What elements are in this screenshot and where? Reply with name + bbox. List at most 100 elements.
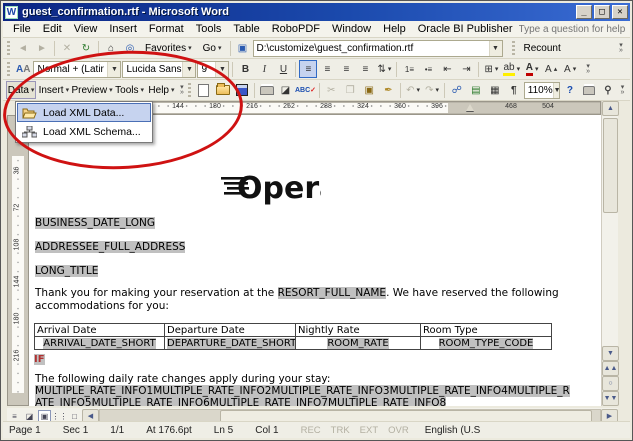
- bullet-list-icon[interactable]: •≡: [419, 60, 437, 78]
- stop-icon[interactable]: ✕: [58, 39, 76, 57]
- search-web-icon[interactable]: ◎: [121, 39, 139, 57]
- vertical-ruler[interactable]: 3672108144180216: [7, 115, 29, 406]
- toolbar-options-chevron-icon[interactable]: ▾»: [177, 81, 186, 99]
- menu-file[interactable]: File: [7, 22, 37, 36]
- minimize-button[interactable]: _: [576, 5, 592, 19]
- toolbar-options-chevron-icon[interactable]: ▾»: [618, 81, 627, 99]
- insert-excel-worksheet-icon[interactable]: ▤: [467, 81, 485, 99]
- find-icon[interactable]: ⚲: [599, 81, 617, 99]
- align-left-button[interactable]: ≡: [299, 60, 317, 78]
- zoom-dropdown-arrow-icon[interactable]: ▼: [553, 83, 560, 98]
- toolbar-grip[interactable]: [7, 41, 10, 55]
- menu-window[interactable]: Window: [326, 22, 377, 36]
- copy-icon[interactable]: ❐: [341, 81, 359, 99]
- underline-button[interactable]: U: [274, 60, 292, 78]
- document-page[interactable]: Opera BUSINESS_DATE_LONG ADDRESSEE_FULL_…: [29, 115, 601, 406]
- menu-view[interactable]: View: [68, 22, 104, 36]
- go-button[interactable]: Go▾: [198, 39, 227, 57]
- toolbar-options-chevron-icon[interactable]: ▾»: [615, 39, 627, 57]
- borders-button[interactable]: ⊞▾: [482, 60, 500, 78]
- status-mode-trk[interactable]: TRK: [331, 425, 350, 436]
- back-icon[interactable]: ◄: [14, 39, 32, 57]
- font-size-dropdown-arrow-icon[interactable]: ▼: [215, 62, 228, 77]
- print-icon[interactable]: [258, 81, 276, 99]
- status-mode-rec[interactable]: REC: [301, 425, 321, 436]
- menu-oracle-bi-publisher[interactable]: Oracle BI Publisher: [412, 22, 519, 36]
- menu-item-load-xml-schema[interactable]: Load XML Schema...: [17, 122, 151, 141]
- status-mode-ovr[interactable]: OVR: [388, 425, 409, 436]
- menu-table[interactable]: Table: [227, 22, 265, 36]
- open-icon[interactable]: [214, 81, 232, 99]
- font-dropdown-arrow-icon[interactable]: ▼: [182, 62, 195, 77]
- scroll-up-icon[interactable]: ▲: [602, 101, 619, 116]
- spelling-icon[interactable]: ABC✓: [296, 81, 316, 99]
- select-browse-object-icon[interactable]: ○: [602, 376, 619, 391]
- close-button[interactable]: ✕: [612, 5, 628, 19]
- toolbar-options-chevron-icon[interactable]: ▾»: [582, 60, 594, 78]
- menu-help[interactable]: Help: [377, 22, 412, 36]
- bip-data-menu-button[interactable]: Data▾: [6, 81, 36, 99]
- style-dropdown-arrow-icon[interactable]: ▼: [107, 62, 120, 77]
- menu-item-load-xml-data[interactable]: Load XML Data...: [17, 103, 151, 122]
- line-spacing-button[interactable]: ⇅▾: [375, 60, 393, 78]
- font-combobox[interactable]: Lucida Sans ▼: [122, 61, 196, 78]
- ask-question-input[interactable]: [519, 24, 633, 35]
- menu-edit[interactable]: Edit: [37, 22, 68, 36]
- bip-tools-menu-button[interactable]: Tools▾: [114, 81, 146, 99]
- format-painter-icon[interactable]: ✒: [379, 81, 397, 99]
- align-center-button[interactable]: ≡: [318, 60, 336, 78]
- menu-insert[interactable]: Insert: [103, 22, 143, 36]
- right-indent-marker[interactable]: [466, 104, 474, 111]
- recount-button[interactable]: Recount: [519, 39, 566, 57]
- bip-preview-menu-button[interactable]: Preview▾: [71, 81, 112, 99]
- styles-and-formatting-icon[interactable]: AA: [14, 60, 32, 78]
- vertical-scroll-thumb[interactable]: [603, 118, 618, 213]
- toolbar-grip[interactable]: [7, 62, 10, 76]
- address-dropdown-arrow-icon[interactable]: ▼: [489, 41, 502, 56]
- numbered-list-icon[interactable]: 1≡: [400, 60, 418, 78]
- next-page-icon[interactable]: ▼▼: [602, 391, 619, 406]
- align-right-button[interactable]: ≡: [337, 60, 355, 78]
- print-preview-icon[interactable]: ◪: [277, 81, 295, 99]
- toolbar-grip[interactable]: [512, 41, 515, 55]
- decrease-indent-icon[interactable]: ⇤: [438, 60, 456, 78]
- favorites-button[interactable]: Favorites▾: [140, 39, 197, 57]
- bold-button[interactable]: B: [236, 60, 254, 78]
- insert-table-icon[interactable]: ▦: [486, 81, 504, 99]
- undo-icon[interactable]: ↶▾: [404, 81, 422, 99]
- vertical-scrollbar[interactable]: ▲ ▼ ▲▲ ○ ▼▼: [601, 101, 618, 406]
- paste-icon[interactable]: ▣: [360, 81, 378, 99]
- menu-robopdf[interactable]: RoboPDF: [266, 22, 326, 36]
- help-icon[interactable]: ?: [561, 81, 579, 99]
- increase-indent-icon[interactable]: ⇥: [457, 60, 475, 78]
- grow-font-button[interactable]: A▴: [542, 60, 560, 78]
- highlight-button[interactable]: ab▾: [501, 60, 522, 78]
- insert-hyperlink-icon[interactable]: ☍: [448, 81, 466, 99]
- italic-button[interactable]: I: [255, 60, 273, 78]
- menu-tools[interactable]: Tools: [190, 22, 228, 36]
- forward-icon[interactable]: ►: [33, 39, 51, 57]
- new-document-icon[interactable]: [195, 81, 213, 99]
- redo-icon[interactable]: ↷▾: [423, 81, 441, 99]
- home-icon[interactable]: ⌂: [102, 39, 120, 57]
- envelope-icon[interactable]: [580, 81, 598, 99]
- show-hide-formatting-icon[interactable]: ¶: [505, 81, 523, 99]
- justify-button[interactable]: ≡: [356, 60, 374, 78]
- previous-page-icon[interactable]: ▲▲: [602, 361, 619, 376]
- save-icon[interactable]: [233, 81, 251, 99]
- refresh-icon[interactable]: ↻: [77, 39, 95, 57]
- shrink-font-button[interactable]: A▾: [561, 60, 579, 78]
- toolbar-grip[interactable]: [188, 83, 190, 97]
- menu-format[interactable]: Format: [143, 22, 190, 36]
- style-combobox[interactable]: Normal + (Latir ▼: [33, 61, 121, 78]
- font-size-combobox[interactable]: 9 ▼: [197, 61, 229, 78]
- bip-help-menu-button[interactable]: Help▾: [147, 81, 177, 99]
- status-mode-ext[interactable]: EXT: [360, 425, 378, 436]
- show-web-toolbar-only-icon[interactable]: ▣: [234, 39, 252, 57]
- bip-insert-menu-button[interactable]: Insert▾: [37, 81, 70, 99]
- address-input[interactable]: [257, 43, 489, 54]
- zoom-combobox[interactable]: 110% ▼: [524, 82, 560, 99]
- maximize-button[interactable]: □: [594, 5, 610, 19]
- scroll-down-icon[interactable]: ▼: [602, 346, 619, 361]
- cut-icon[interactable]: ✂: [322, 81, 340, 99]
